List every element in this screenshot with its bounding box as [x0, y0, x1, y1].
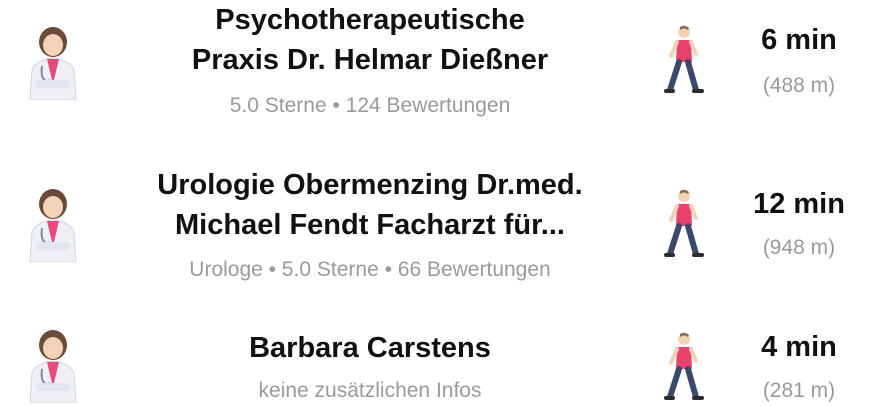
list-item[interactable]: Barbara Carstens keine zusätzlichen Info…	[0, 315, 871, 406]
result-subtitle: Urologe • 5.0 Sterne • 66 Bewertungen	[189, 258, 551, 281]
walking-person-icon	[664, 332, 704, 400]
result-title[interactable]: Barbara Carstens	[120, 328, 620, 368]
walk-distance: (488 m)	[762, 74, 836, 97]
doctor-icon	[29, 27, 77, 100]
list-item[interactable]: Psychotherapeutische Praxis Dr. Helmar D…	[0, 0, 871, 130]
result-subtitle: 5.0 Sterne • 124 Bewertungen	[229, 94, 511, 117]
result-title[interactable]: Urologie Obermenzing Dr.med. Michael Fen…	[120, 165, 620, 245]
walk-time: 6 min	[761, 24, 837, 56]
walk-distance: (281 m)	[762, 379, 836, 402]
doctor-icon	[29, 330, 77, 403]
walking-person-icon	[664, 189, 704, 257]
doctor-icon	[29, 189, 77, 262]
walking-person-icon	[664, 25, 704, 93]
walk-distance: (948 m)	[762, 236, 836, 259]
result-title[interactable]: Psychotherapeutische Praxis Dr. Helmar D…	[120, 0, 620, 80]
result-subtitle: keine zusätzlichen Infos	[258, 379, 482, 402]
walk-time: 12 min	[753, 188, 845, 220]
walk-time: 4 min	[761, 331, 837, 363]
list-item[interactable]: Urologie Obermenzing Dr.med. Michael Fen…	[0, 150, 871, 290]
